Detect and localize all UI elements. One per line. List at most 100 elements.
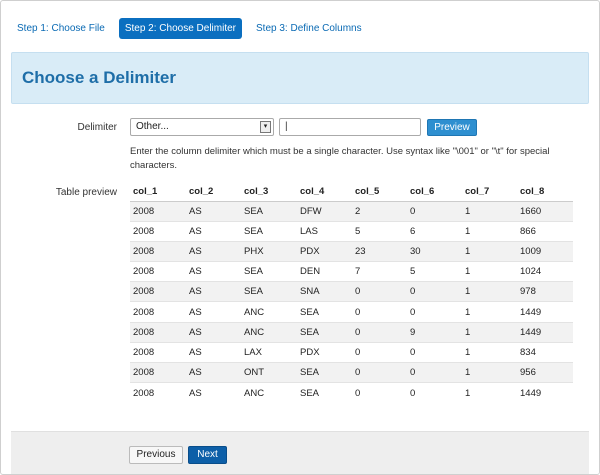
table-cell: SEA [297, 301, 352, 323]
column-header: col_4 [297, 183, 352, 202]
table-cell: 1024 [517, 261, 573, 282]
table-cell: DFW [297, 200, 352, 222]
table-cell: 0 [352, 321, 407, 343]
page-header: Choose a Delimiter [11, 52, 589, 104]
table-cell: 2008 [130, 240, 186, 262]
table-cell: AS [186, 261, 241, 282]
table-cell: AS [186, 382, 241, 403]
column-header: col_7 [462, 183, 517, 202]
table-cell: 2008 [130, 361, 186, 383]
table-row: 2008 AS ONT SEA 0 0 1 956 [130, 361, 573, 383]
table-cell: 2008 [130, 220, 186, 242]
table-cell: 0 [352, 361, 407, 383]
table-row: 2008 AS LAX PDX 0 0 1 834 [130, 341, 573, 363]
table-cell: 834 [517, 341, 573, 363]
table-cell: 23 [352, 240, 407, 262]
import-wizard-window: Step 1: Choose File Step 2: Choose Delim… [0, 0, 600, 475]
table-cell: 1 [462, 301, 517, 323]
table-body: 2008 AS SEA DFW 2 0 1 1660 2008 AS SEA LAS 5 6 1 866 200… [130, 200, 573, 403]
table-cell: PDX [297, 240, 352, 262]
table-cell: LAS [297, 220, 352, 242]
table-cell: 866 [517, 220, 573, 242]
table-cell: AS [186, 361, 241, 383]
column-header: col_1 [130, 183, 186, 202]
table-cell: 2008 [130, 382, 186, 403]
table-cell: 0 [407, 361, 462, 383]
table-cell: 1449 [517, 382, 573, 403]
table-cell: 1 [462, 261, 517, 282]
table-row: 2008 AS ANC SEA 0 9 1 1449 [130, 321, 573, 343]
table-cell: AS [186, 341, 241, 363]
table-cell: SEA [241, 261, 297, 282]
table-cell: 7 [352, 261, 407, 282]
step-choose-file[interactable]: Step 1: Choose File [11, 18, 111, 39]
table-cell: SEA [297, 382, 352, 403]
step-define-columns[interactable]: Step 3: Define Columns [250, 18, 368, 39]
delimiter-label: Delimiter [77, 122, 117, 133]
table-row: 2008 AS SEA LAS 5 6 1 866 [130, 220, 573, 242]
table-row: 2008 AS ANC SEA 0 0 1 1449 [130, 301, 573, 323]
table-cell: 0 [352, 382, 407, 403]
table-cell: 956 [517, 361, 573, 383]
table-cell: AS [186, 281, 241, 302]
table-cell: 0 [407, 301, 462, 323]
table-cell: SEA [297, 361, 352, 383]
table-cell: SEA [241, 200, 297, 222]
table-cell: AS [186, 321, 241, 343]
page-title: Choose a Delimiter [22, 68, 176, 87]
wizard-footer: Previous Next [11, 431, 589, 474]
table-cell: SNA [297, 281, 352, 302]
dropdown-arrow-icon: ▾ [260, 121, 271, 133]
table-cell: 2008 [130, 200, 186, 222]
table-cell: ANC [241, 301, 297, 323]
table-cell: 1660 [517, 200, 573, 222]
table-cell: 0 [352, 341, 407, 363]
table-cell: 1 [462, 220, 517, 242]
table-cell: SEA [241, 281, 297, 302]
table-cell: 5 [407, 261, 462, 282]
table-cell: AS [186, 200, 241, 222]
table-cell: ONT [241, 361, 297, 383]
table-cell: 1 [462, 382, 517, 403]
table-cell: 6 [407, 220, 462, 242]
wizard-steps: Step 1: Choose File Step 2: Choose Delim… [11, 17, 368, 39]
table-preview-label: Table preview [55, 187, 117, 198]
table-cell: 0 [352, 301, 407, 323]
column-header: col_3 [241, 183, 297, 202]
table-cell: 1 [462, 321, 517, 343]
column-header: col_6 [407, 183, 462, 202]
table-cell: 1009 [517, 240, 573, 262]
table-cell: SEA [241, 220, 297, 242]
previous-button[interactable]: Previous [129, 446, 183, 464]
delimiter-help-text: Enter the column delimiter which must be… [130, 146, 550, 171]
table-cell: 2008 [130, 261, 186, 282]
preview-button[interactable]: Preview [427, 119, 477, 136]
table-cell: AS [186, 240, 241, 262]
table-row: 2008 AS ANC SEA 0 0 1 1449 [130, 382, 573, 403]
table-header-row: col_1 col_2 col_3 col_4 col_5 col_6 col_… [130, 183, 573, 202]
table-cell: ANC [241, 382, 297, 403]
next-button[interactable]: Next [188, 446, 227, 464]
table-row: 2008 AS SEA SNA 0 0 1 978 [130, 281, 573, 302]
delimiter-select[interactable]: Other... ▾ [130, 118, 274, 136]
table-cell: 2 [352, 200, 407, 222]
table-cell: ANC [241, 321, 297, 343]
table-row: 2008 AS PHX PDX 23 30 1 1009 [130, 240, 573, 262]
table-cell: 30 [407, 240, 462, 262]
table-cell: SEA [297, 321, 352, 343]
table-cell: 5 [352, 220, 407, 242]
table-cell: 978 [517, 281, 573, 302]
table-cell: LAX [241, 341, 297, 363]
table-cell: 0 [407, 281, 462, 302]
table-cell: 9 [407, 321, 462, 343]
table-cell: PDX [297, 341, 352, 363]
table-preview: col_1 col_2 col_3 col_4 col_5 col_6 col_… [130, 183, 573, 403]
table-cell: PHX [241, 240, 297, 262]
table-cell: AS [186, 301, 241, 323]
table-cell: 1 [462, 361, 517, 383]
delimiter-input[interactable]: | [279, 118, 421, 136]
table-row: 2008 AS SEA DEN 7 5 1 1024 [130, 261, 573, 282]
step-choose-delimiter[interactable]: Step 2: Choose Delimiter [118, 17, 242, 39]
table-cell: 0 [407, 382, 462, 403]
column-header: col_8 [517, 183, 573, 202]
